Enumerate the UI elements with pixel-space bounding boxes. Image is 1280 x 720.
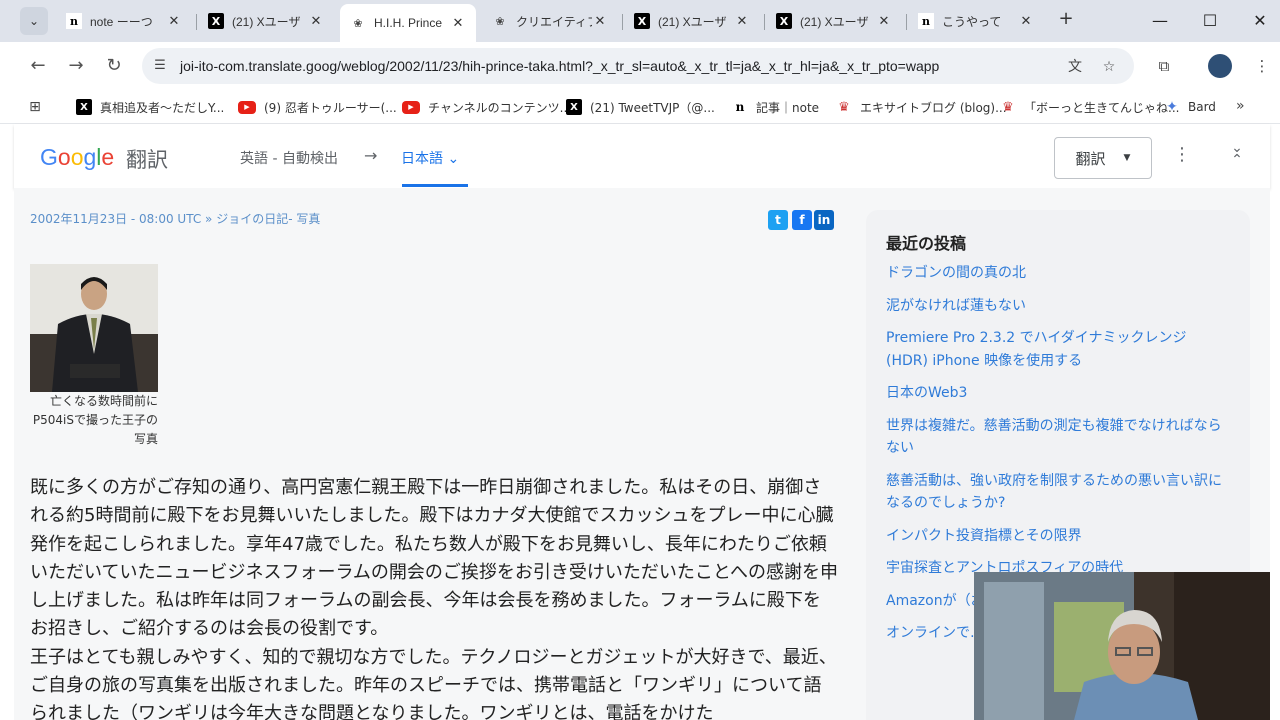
target-language-underline — [402, 184, 468, 187]
close-icon[interactable]: ✕ — [592, 14, 608, 29]
x-icon: X — [76, 99, 92, 115]
x-icon: X — [566, 99, 582, 115]
photo-caption: 亡くなる数時間前にP504iSで撮った王子の写真 — [32, 394, 158, 446]
bookmarks-bar: ⊞ X 真相追及者～ただしY... ▶ (9) 忍者トゥルーサー(... ▶ チャンネ… — [0, 90, 1280, 124]
close-icon[interactable]: ✕ — [734, 14, 750, 29]
bard-icon: ✦ — [1166, 99, 1178, 115]
new-tab-button[interactable]: + — [1056, 8, 1076, 34]
x-icon: X — [208, 13, 224, 29]
tab-strip: ⌄ n note ーーつ ✕ X (21) Xユーザ ✕ ❀ H.I.H. Pr… — [0, 0, 1280, 42]
sidebar-title: 最近の投稿 — [886, 234, 967, 253]
recent-post-link[interactable]: 日本のWeb3 — [886, 382, 1232, 405]
bookmark-item[interactable]: X 真相追及者～ただしY... — [76, 96, 224, 118]
bookmark-item[interactable]: ♛ エキサイトブログ (blog)... — [836, 96, 1006, 118]
browser-menu-icon[interactable]: ⋮ — [1250, 54, 1274, 78]
bookmark-item[interactable]: ▶ チャンネルのコンテンツ... — [402, 96, 571, 118]
tab-note[interactable]: n note ーーつ ✕ — [56, 6, 192, 36]
note-icon: n — [66, 13, 82, 29]
linkedin-icon[interactable]: in — [814, 210, 834, 230]
caret-down-icon: ▼ — [1123, 153, 1131, 163]
translate-icon[interactable]: 文 — [1064, 56, 1086, 78]
google-logo: Google — [40, 144, 115, 170]
recent-post-link[interactable]: 世界は複雑だ。慈善活動の測定も複雑でなければならない — [886, 415, 1232, 460]
tab-x-user-2[interactable]: X (21) Xユーザ ✕ — [624, 6, 760, 36]
recent-post-link[interactable]: 慈善活動は、強い政府を制限するための悪い言い訳になるのでしょうか? — [886, 470, 1232, 515]
webcam-overlay — [974, 572, 1270, 720]
tab-title: こうやって — [942, 14, 1002, 29]
tab-x-user-3[interactable]: X (21) Xユーザ ✕ — [766, 6, 902, 36]
translate-button[interactable]: 翻訳 ▼ — [1054, 137, 1152, 179]
apps-grid-icon[interactable]: ⊞ — [26, 98, 44, 116]
tab-x-user-1[interactable]: X (21) Xユーザ ✕ — [198, 6, 334, 36]
arrow-left-icon: ← — [30, 55, 46, 76]
target-language-select[interactable]: 日本語 ⌄ — [401, 148, 459, 168]
tab-title: (21) Xユーザ — [800, 14, 869, 29]
bookmark-star-icon[interactable]: ☆ — [1098, 56, 1120, 78]
tab-title: (21) Xユーザ — [658, 14, 727, 29]
minimize-button[interactable]: — — [1140, 6, 1180, 36]
maximize-button[interactable]: ☐ — [1190, 6, 1230, 36]
tab-title: note ーーつ — [90, 14, 153, 29]
cc-icon: ❀ — [353, 16, 363, 30]
facebook-icon[interactable]: f — [792, 210, 812, 230]
note-icon: n — [735, 100, 745, 114]
extensions-icon[interactable]: ⧉ — [1152, 54, 1176, 78]
more-menu-icon[interactable]: ⋮ — [1172, 144, 1192, 168]
paragraph: 王子はとても親しみやすく、知的で親切な方でした。テクノロジーとガジェットが大好き… — [30, 646, 837, 720]
tab-creative[interactable]: ❀ クリエイティブ ✕ — [482, 6, 618, 36]
bookmark-item[interactable]: ♛ 「ボーっと生きてんじゃね... — [1000, 96, 1179, 118]
recent-post-link[interactable]: インパクト投資指標とその限界 — [886, 525, 1232, 548]
tab-note-2[interactable]: n こうやって ✕ — [908, 6, 1044, 36]
recent-post-link[interactable]: 泥がなければ蓮もない — [886, 295, 1232, 318]
profile-avatar[interactable] — [1208, 54, 1232, 78]
tab-prince-taka[interactable]: ❀ H.I.H. Prince ✕ — [340, 4, 476, 42]
x-icon: X — [776, 13, 792, 29]
reload-icon: ↻ — [106, 55, 122, 76]
site-info-icon[interactable]: ☰ — [150, 56, 170, 76]
source-language[interactable]: 英語 - 自動検出 — [240, 148, 338, 168]
excite-icon: ♛ — [838, 99, 850, 115]
bookmark-item[interactable]: ✦ Bard — [1164, 96, 1216, 118]
bookmark-item[interactable]: X (21) TweetTVJP（@... — [566, 96, 715, 118]
back-button[interactable]: ← — [24, 52, 52, 80]
chevron-double-right-icon[interactable]: » — [1236, 98, 1245, 114]
youtube-icon: ▶ — [238, 100, 256, 114]
recent-post-link[interactable]: Premiere Pro 2.3.2 でハイダイナミックレンジ (HDR) iP… — [886, 327, 1232, 372]
tab-title: (21) Xユーザ — [232, 14, 301, 29]
reload-button[interactable]: ↻ — [100, 52, 128, 80]
arrow-right-icon: → — [68, 55, 84, 76]
twitter-icon[interactable]: t — [768, 210, 788, 230]
url-text[interactable]: joi-ito-com.translate.goog/weblog/2002/1… — [180, 48, 939, 84]
recent-post-link[interactable]: ドラゴンの間の真の北 — [886, 262, 1232, 285]
bookmark-item[interactable]: ▶ (9) 忍者トゥルーサー(... — [238, 96, 397, 118]
youtube-icon: ▶ — [402, 100, 420, 114]
tab-search-button[interactable]: ⌄ — [20, 7, 48, 35]
arrow-right-icon: → — [364, 146, 378, 165]
tab-title: クリエイティブ — [516, 14, 592, 29]
tab-title: H.I.H. Prince — [374, 16, 443, 30]
excite-icon: ♛ — [1002, 99, 1014, 115]
forward-button[interactable]: → — [62, 52, 90, 80]
article-body: 既に多くの方がご存知の通り、高円宮憲仁親王殿下は一昨日崩御されました。私はその日… — [30, 474, 838, 720]
close-window-button[interactable]: ✕ — [1240, 6, 1280, 36]
cc-icon: ❀ — [495, 14, 505, 28]
prince-photo — [30, 264, 158, 392]
post-meta[interactable]: 2002年11月23日 - 08:00 UTC » ジョイの日記- 写真 — [30, 210, 320, 227]
translate-logo-word: 翻訳 — [126, 148, 168, 172]
chevron-down-icon: ⌄ — [28, 14, 40, 28]
close-icon[interactable]: ✕ — [166, 14, 182, 29]
paragraph: 既に多くの方がご存知の通り、高円宮憲仁親王殿下は一昨日崩御されました。私はその日… — [30, 477, 839, 640]
close-icon[interactable]: ✕ — [308, 14, 324, 29]
close-icon[interactable]: ✕ — [450, 16, 466, 31]
x-icon: X — [634, 13, 650, 29]
address-bar[interactable]: ☰ joi-ito-com.translate.goog/weblog/2002… — [142, 48, 1134, 84]
close-icon[interactable]: ✕ — [1018, 14, 1034, 29]
chevron-down-icon: ⌄ — [447, 151, 460, 167]
collapse-icon[interactable]: ⌄ ⌃ — [1226, 141, 1248, 170]
note-icon: n — [918, 13, 934, 29]
close-icon[interactable]: ✕ — [876, 14, 892, 29]
browser-toolbar: ← → ↻ ☰ joi-ito-com.translate.goog/weblo… — [0, 42, 1280, 90]
translate-bar: Google 翻訳 英語 - 自動検出 → 日本語 ⌄ 翻訳 ▼ ⋮ ⌄ ⌃ — [14, 124, 1270, 188]
bookmark-item[interactable]: n 記事｜note — [732, 96, 819, 118]
